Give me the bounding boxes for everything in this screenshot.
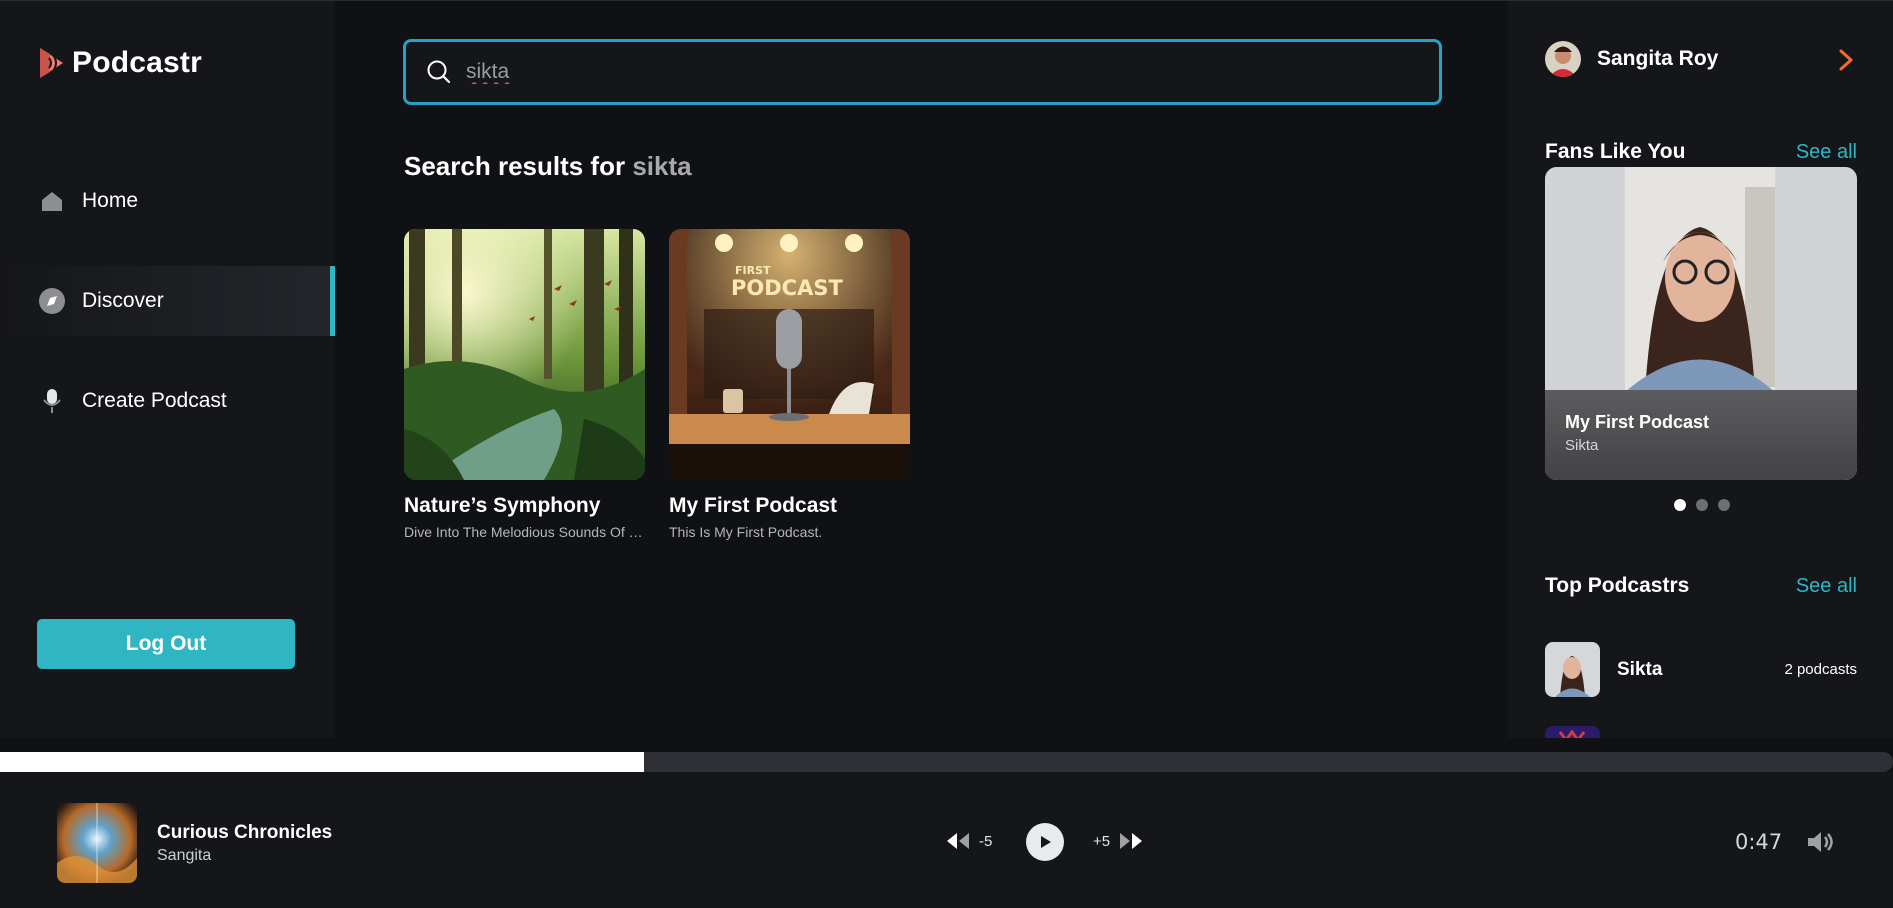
brand-name: Podcastr [72,46,202,79]
nav-item-home[interactable]: Home [0,166,335,236]
carousel-dot[interactable] [1718,499,1730,511]
rewind-control[interactable]: -5 [945,831,992,851]
playback-time: 0:47 [1735,830,1783,854]
search-bar[interactable] [403,39,1442,105]
top-podcasters-header: Top Podcastrs See all [1545,574,1857,598]
forward-label: +5 [1093,832,1111,850]
top-podcaster-row[interactable]: Sikta 2 podcasts [1545,642,1857,697]
fan-card-overlay: My First Podcast Sikta [1545,390,1857,480]
avatar [1545,41,1581,77]
carousel-dot[interactable] [1674,499,1686,511]
podcaster-avatar [1545,642,1600,697]
fan-carousel-card[interactable]: My First Podcast Sikta [1545,167,1857,480]
nav-label-create-podcast: Create Podcast [82,389,227,412]
podcast-cover-forest [404,229,645,480]
home-icon [38,187,66,215]
podcaster-name: Sikta [1617,658,1663,680]
now-playing-cover [57,803,137,883]
volume-icon[interactable] [1806,829,1836,855]
play-button[interactable] [1026,823,1064,861]
results-heading: Search results for sikta [404,151,692,182]
top-podcasters-title: Top Podcastrs [1545,574,1690,597]
logout-button[interactable]: Log Out [37,619,295,669]
podcast-description: Dive Into The Melodious Sounds Of Nature [404,524,645,540]
podcaster-count: 2 podcasts [1784,661,1857,678]
fan-card-author: Sikta [1565,437,1599,454]
microphone-icon [38,387,66,415]
nav-label-home: Home [82,189,139,212]
now-playing-bar: Curious Chronicles Sangita -5 +5 0:47 [0,772,1893,908]
forward-control[interactable]: +5 [1093,831,1144,851]
rewind-label: -5 [979,832,993,850]
left-sidebar: Podcastr Home Discover Create Podcast Lo… [0,0,335,738]
fans-like-you-title: Fans Like You [1545,140,1686,163]
podcast-card-my-first-podcast[interactable]: FIRST PODCAST My First Podcast This Is M… [669,229,910,540]
cover-text-podcast: PODCAST [731,276,843,300]
play-icon [1041,836,1051,848]
fans-like-you-header: Fans Like You See all [1545,140,1857,164]
nav-item-create-podcast[interactable]: Create Podcast [0,366,335,436]
podcast-card-natures-symphony[interactable]: Nature’s Symphony Dive Into The Melodiou… [404,229,645,540]
right-sidebar: Sangita Roy Fans Like You See all My Fir… [1508,0,1893,738]
search-input[interactable] [466,60,1366,84]
podcastr-logo-icon [40,48,63,78]
fans-see-all-link[interactable]: See all [1796,141,1857,164]
playback-progress-fill [0,752,644,772]
podcaster-avatar-partial[interactable] [1545,726,1600,738]
brand[interactable]: Podcastr [36,45,202,81]
fan-card-title: My First Podcast [1565,412,1710,432]
fast-forward-icon [1120,833,1143,849]
main-content: Search results for sikta [335,0,1508,738]
carousel-dot[interactable] [1696,499,1708,511]
profile-name: Sangita Roy [1597,47,1719,70]
now-playing-artist: Sangita [157,847,212,864]
nav-label-discover: Discover [82,289,164,312]
podcast-cover-microphone: FIRST PODCAST [669,229,910,480]
carousel-dots [1674,499,1730,511]
rewind-icon [947,833,969,849]
results-query: sikta [632,151,692,181]
user-profile[interactable]: Sangita Roy [1545,41,1718,77]
nav-item-discover[interactable]: Discover [0,266,335,336]
podcast-title: My First Podcast [669,494,838,517]
chevron-right-icon[interactable] [1834,45,1858,75]
podcast-title: Nature’s Symphony [404,494,601,517]
compass-icon [38,287,66,315]
search-icon [427,60,451,84]
playback-progress-bar[interactable] [0,752,1893,772]
now-playing-title: Curious Chronicles [157,822,333,843]
podcast-description: This Is My First Podcast. [669,524,823,540]
top-podcasters-see-all-link[interactable]: See all [1796,575,1857,598]
results-heading-prefix: Search results for [404,151,626,181]
